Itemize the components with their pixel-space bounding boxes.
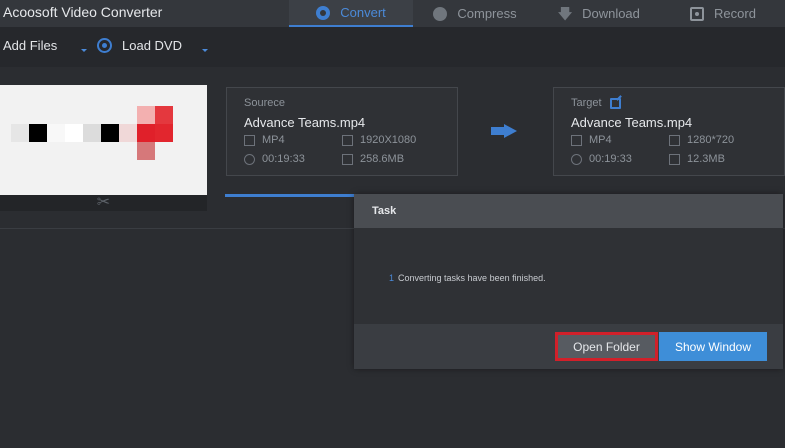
source-label: Sourece [244, 97, 285, 109]
app-title: Acoosoft Video Converter [3, 4, 163, 20]
tab-record[interactable]: Record [661, 0, 785, 27]
load-dvd-dropdown-icon[interactable] [202, 49, 208, 52]
resolution-icon [342, 134, 353, 146]
conversion-progress-bar [225, 194, 355, 197]
download-icon [558, 6, 573, 21]
source-duration: 00:19:33 [244, 153, 305, 165]
dialog-title: Task [372, 205, 397, 217]
resolution-icon [669, 134, 680, 146]
tab-record-label: Record [714, 6, 756, 21]
load-dvd-button[interactable]: Load DVD [97, 38, 182, 53]
format-icon [571, 134, 582, 146]
task-dialog: Task 1 Converting tasks have been finishe… [354, 194, 783, 369]
tab-download-label: Download [582, 6, 640, 21]
tab-download[interactable]: Download [537, 0, 661, 27]
clock-icon [571, 153, 582, 165]
target-file-name: Advance Teams.mp4 [571, 115, 693, 130]
file-size-icon [342, 153, 353, 165]
file-size-icon [669, 153, 680, 165]
source-format: MP4 [244, 134, 285, 146]
tab-compress-label: Compress [457, 6, 517, 21]
compress-icon [433, 6, 448, 21]
add-files-dropdown-icon[interactable] [81, 49, 87, 52]
edit-icon[interactable] [609, 97, 621, 109]
dialog-message-text: Converting tasks have been finished. [398, 273, 546, 283]
tab-compress[interactable]: Compress [413, 0, 537, 27]
add-files-button[interactable]: Add Files [3, 38, 57, 53]
load-dvd-label: Load DVD [122, 38, 182, 53]
target-size: 12.3MB [669, 153, 725, 165]
target-info-box: Target Advance Teams.mp4 MP4 1280*720 00… [553, 87, 785, 176]
toolbar: Add Files Load DVD [0, 27, 785, 67]
target-resolution: 1280*720 [669, 134, 734, 146]
dialog-message: 1 Converting tasks have been finished. [389, 273, 546, 283]
video-thumbnail[interactable] [0, 85, 207, 195]
record-icon [690, 6, 705, 21]
task-count: 1 [389, 273, 395, 283]
format-icon [244, 134, 255, 146]
add-files-label: Add Files [3, 38, 58, 53]
target-format: MP4 [571, 134, 612, 146]
convert-icon [316, 5, 331, 20]
source-file-name: Advance Teams.mp4 [244, 115, 366, 130]
scissors-icon[interactable]: ✂ [97, 195, 110, 211]
clock-icon [244, 153, 255, 165]
open-folder-button[interactable]: Open Folder [555, 332, 658, 361]
title-bar: Acoosoft Video Converter Convert Compres… [0, 0, 785, 27]
tab-convert[interactable]: Convert [289, 0, 413, 27]
arrow-right-icon [491, 124, 519, 138]
thumbnail-toolbar: ✂ [0, 195, 207, 211]
target-label: Target [571, 97, 621, 109]
source-size: 258.6MB [342, 153, 404, 165]
dvd-icon [97, 38, 112, 53]
dialog-footer: Open Folder Show Window [354, 324, 783, 369]
source-info-box: Sourece Advance Teams.mp4 MP4 1920X1080 … [226, 87, 458, 176]
dialog-header: Task [354, 194, 783, 228]
show-window-button[interactable]: Show Window [659, 332, 767, 361]
source-resolution: 1920X1080 [342, 134, 416, 146]
dialog-body: 1 Converting tasks have been finished. [354, 228, 783, 324]
tab-convert-label: Convert [340, 5, 386, 20]
target-duration: 00:19:33 [571, 153, 632, 165]
